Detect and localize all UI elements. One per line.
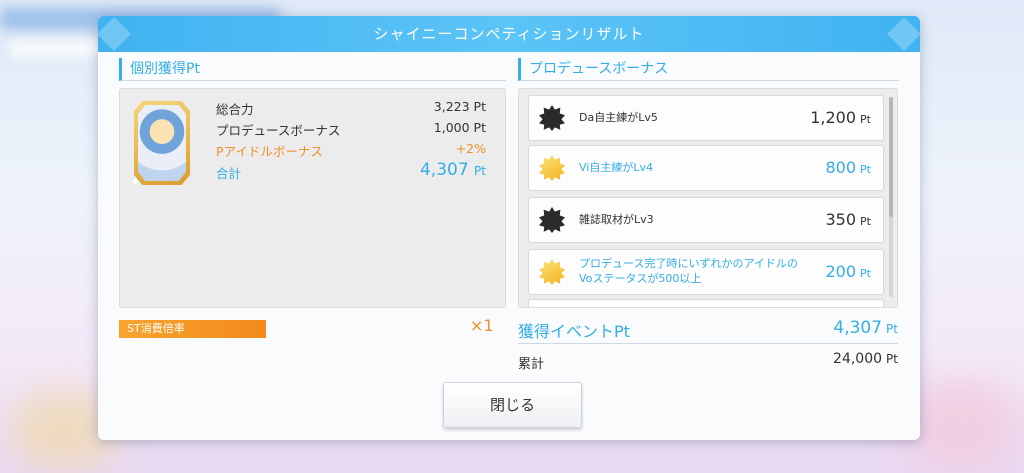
- bonus-value: 350 Pt: [825, 210, 872, 229]
- st-multiplier-label: ST消費倍率: [119, 320, 266, 338]
- bonus-value: 800 Pt: [825, 158, 872, 177]
- bonus-item: Vi自主練がLv4 800 Pt: [528, 145, 884, 191]
- individual-points-panel: ✦ 総合力 3,223 Pt プロデュースボーナス 1,000 Pt Pアイドル…: [119, 88, 506, 308]
- produce-bonus-list[interactable]: Da自主練がLv5 1,200 Pt Vi自主練がLv4 800 Pt 雑誌取材がL…: [518, 88, 898, 308]
- stat-label: Pアイドルボーナス: [216, 144, 323, 159]
- produce-bonus-header: プロデュースボーナス: [518, 58, 899, 81]
- scrollbar-thumb[interactable]: [889, 97, 893, 217]
- cumulative-value: 24,000 Pt: [833, 351, 898, 367]
- bonus-name: Vi自主練がLv4: [579, 161, 653, 174]
- stat-label: プロデュースボーナス: [216, 123, 341, 138]
- dialog-title: シャイニーコンペティションリザルト: [98, 16, 920, 52]
- bonus-value: 1,200 Pt: [810, 108, 871, 127]
- scrollbar[interactable]: [889, 97, 893, 297]
- idol-card-icon[interactable]: [134, 101, 190, 185]
- stat-row-p-idol-bonus: Pアイドルボーナス +2%: [216, 139, 486, 159]
- sum-value: 4,307 Pt: [419, 160, 486, 180]
- bonus-item: [528, 299, 884, 307]
- idol-portrait: [138, 105, 186, 181]
- bonus-item: 雑誌取材がLv3 350 Pt: [528, 197, 884, 243]
- bonus-name: 雑誌取材がLv3: [579, 213, 654, 226]
- stat-row-sum: 合計 4,307 Pt: [216, 160, 486, 181]
- individual-points-header: 個別獲得Pt: [119, 58, 506, 81]
- st-multiplier-value: ×1: [470, 316, 494, 335]
- event-pt-value: 4,307 Pt: [833, 318, 898, 338]
- bonus-name: Da自主練がLv5: [579, 111, 658, 124]
- stat-row-total-power: 総合力 3,223 Pt: [216, 97, 486, 117]
- bonus-name: プロデュース完了時にいずれかのアイドルの Voステータスが500以上: [579, 257, 798, 285]
- gold-star-icon: [539, 155, 565, 181]
- divider: [518, 343, 898, 344]
- gold-star-icon: [539, 259, 565, 285]
- bonus-value: 200 Pt: [825, 262, 872, 281]
- stat-value: 1,000 Pt: [433, 120, 486, 135]
- stat-value: 3,223 Pt: [433, 99, 486, 114]
- dark-star-icon: [539, 207, 565, 233]
- stat-row-produce-bonus: プロデュースボーナス 1,000 Pt: [216, 118, 486, 138]
- dark-star-icon: [539, 105, 565, 131]
- stat-label: 総合力: [216, 102, 254, 117]
- bonus-item: Da自主練がLv5 1,200 Pt: [528, 95, 884, 141]
- cumulative-label: 累計: [518, 357, 545, 372]
- close-button[interactable]: 閉じる: [443, 382, 582, 428]
- stat-value: +2%: [455, 141, 486, 156]
- sparkle-icon: ✦: [130, 175, 141, 189]
- event-pt-label: 獲得イベントPt: [518, 322, 630, 341]
- bonus-item: プロデュース完了時にいずれかのアイドルの Voステータスが500以上 200 Pt: [528, 249, 884, 295]
- sum-label: 合計: [216, 166, 242, 181]
- result-dialog: シャイニーコンペティションリザルト 個別獲得Pt ✦ 総合力 3,223 Pt …: [98, 16, 920, 440]
